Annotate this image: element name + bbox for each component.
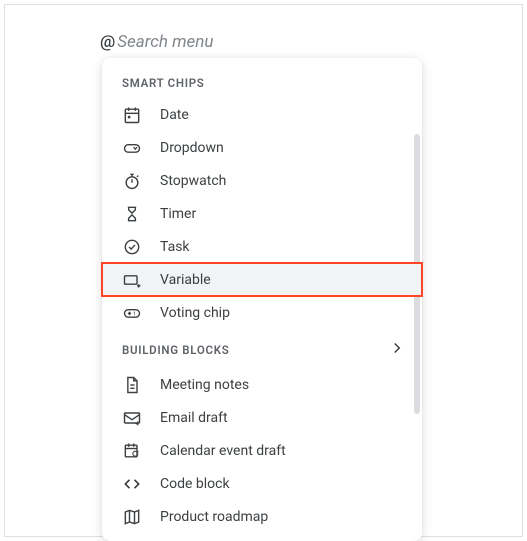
calendar-refresh-icon xyxy=(122,441,142,461)
menu-item-label: Voting chip xyxy=(160,305,230,321)
menu-item-label: Stopwatch xyxy=(160,173,226,189)
section-header-building-blocks[interactable]: BUILDING BLOCKS xyxy=(102,329,422,368)
map-icon xyxy=(122,507,142,527)
chevron-right-icon xyxy=(388,339,406,360)
email-icon xyxy=(122,408,142,428)
menu-item-label: Task xyxy=(160,239,190,255)
calendar-icon xyxy=(122,105,142,125)
menu-item-label: Meeting notes xyxy=(160,377,249,393)
menu-item-label: Code block xyxy=(160,476,230,492)
task-check-icon xyxy=(122,237,142,257)
menu-item-code-block[interactable]: Code block xyxy=(102,467,422,500)
section-header-label: SMART CHIPS xyxy=(122,76,205,90)
hourglass-icon xyxy=(122,204,142,224)
menu-item-date[interactable]: Date xyxy=(102,98,422,131)
insert-menu: SMART CHIPS Date Dropdown Stopwatch Time… xyxy=(102,58,422,541)
section-header-label: BUILDING BLOCKS xyxy=(122,343,229,357)
at-sign: @ xyxy=(100,32,115,52)
menu-item-task[interactable]: Task xyxy=(102,230,422,263)
code-icon xyxy=(122,474,142,494)
variable-icon xyxy=(122,270,142,290)
menu-item-calendar-event-draft[interactable]: Calendar event draft xyxy=(102,434,422,467)
search-placeholder: Search menu xyxy=(117,32,213,52)
menu-item-label: Variable xyxy=(160,272,211,288)
menu-item-meeting-notes[interactable]: Meeting notes xyxy=(102,368,422,401)
stopwatch-icon xyxy=(122,171,142,191)
voting-chip-icon: 1 xyxy=(122,303,142,323)
menu-item-product-roadmap[interactable]: Product roadmap xyxy=(102,500,422,533)
menu-item-dropdown[interactable]: Dropdown xyxy=(102,131,422,164)
menu-item-stopwatch[interactable]: Stopwatch xyxy=(102,164,422,197)
menu-item-voting-chip[interactable]: 1 Voting chip xyxy=(102,296,422,329)
menu-item-timer[interactable]: Timer xyxy=(102,197,422,230)
menu-item-label: Calendar event draft xyxy=(160,443,286,459)
menu-item-variable[interactable]: Variable xyxy=(102,263,422,296)
menu-item-label: Product roadmap xyxy=(160,509,268,525)
document-icon xyxy=(122,375,142,395)
menu-item-label: Timer xyxy=(160,206,196,222)
search-row[interactable]: @ Search menu xyxy=(100,32,213,52)
menu-item-email-draft[interactable]: Email draft xyxy=(102,401,422,434)
menu-item-label: Date xyxy=(160,107,189,123)
svg-text:1: 1 xyxy=(133,311,136,317)
menu-item-label: Email draft xyxy=(160,410,228,426)
section-header-smart-chips: SMART CHIPS xyxy=(102,66,422,98)
dropdown-chip-icon xyxy=(122,138,142,158)
menu-item-label: Dropdown xyxy=(160,140,224,156)
